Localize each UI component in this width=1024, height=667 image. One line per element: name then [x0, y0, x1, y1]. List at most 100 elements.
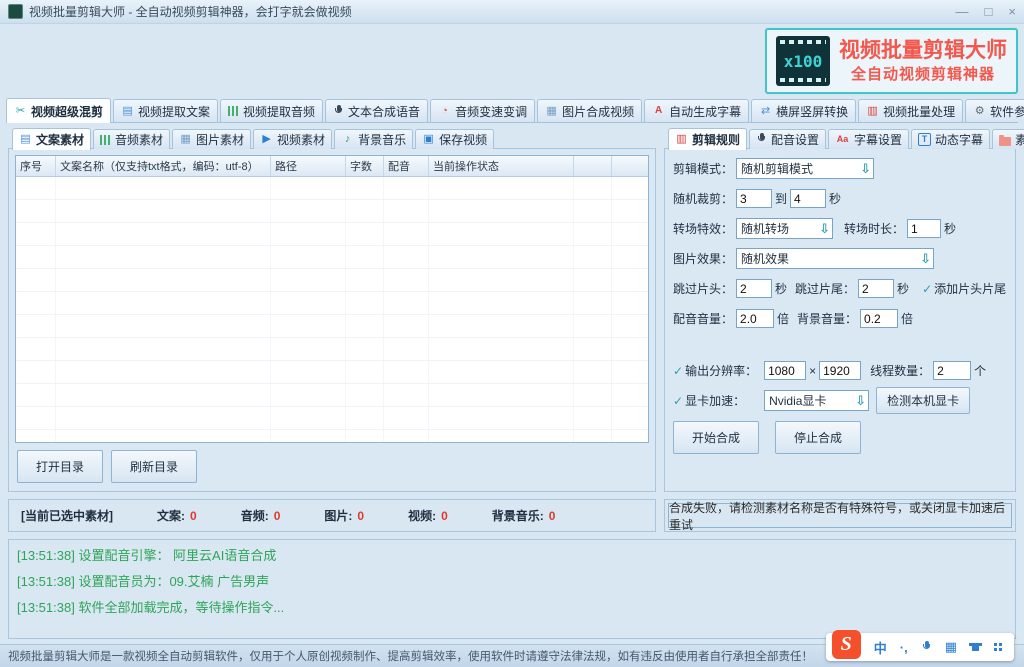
selection-count: 背景音乐: 0 — [491, 509, 556, 523]
table-column-header[interactable] — [574, 156, 612, 176]
chinese-mode-icon[interactable]: 中 — [874, 638, 887, 657]
tab-extract-text[interactable]: ▤ 视频提取文案 — [113, 99, 219, 122]
table-column-header[interactable]: 字数 — [346, 156, 384, 176]
table-cell — [16, 177, 56, 199]
table-row — [16, 315, 648, 338]
tab-voice-settings-label: 配音设置 — [771, 133, 820, 147]
tab-subtitle-settings[interactable]: Aa 字幕设置 — [828, 129, 910, 149]
table-row — [16, 269, 648, 292]
table-cell — [56, 315, 271, 337]
sogou-logo[interactable]: S — [831, 629, 861, 659]
skip-outro-input[interactable] — [858, 279, 895, 298]
table-cell — [574, 223, 612, 245]
bgm-volume-input[interactable] — [860, 309, 899, 328]
dropdown-arrow-icon — [817, 222, 832, 235]
table-column-header[interactable]: 文案名称（仅支持txt格式，编码：utf-8） — [56, 156, 271, 176]
table-cell — [56, 384, 271, 406]
table-cell — [56, 407, 271, 429]
open-directory-button[interactable]: 打开目录 — [17, 450, 104, 483]
add-intro-outro-checkbox[interactable]: 添加片头片尾 — [922, 280, 1006, 297]
tab-batch-process[interactable]: ▥ 视频批量处理 — [858, 99, 964, 122]
ime-toolbar[interactable]: S 中 ·, ▦ — [825, 629, 1014, 661]
table-cell — [271, 361, 346, 383]
table-column-header[interactable]: 配音 — [384, 156, 429, 176]
transition-duration-input[interactable] — [907, 219, 942, 238]
tab-video-material[interactable]: ▶ 视频素材 — [253, 129, 333, 149]
table-column-header[interactable]: 序号 — [16, 156, 56, 176]
image-icon: ▦ — [546, 104, 557, 117]
tab-dynamic-subtitle[interactable]: T 动态字幕 — [911, 129, 991, 149]
tab-voice-settings[interactable]: 配音设置 — [749, 129, 827, 149]
tab-bgm[interactable]: ♪ 背景音乐 — [334, 129, 414, 149]
tab-audio-material[interactable]: 音频素材 — [93, 129, 171, 149]
font-icon: A — [654, 105, 663, 116]
table-cell — [16, 384, 56, 406]
stop-compose-button[interactable]: 停止合成 — [775, 421, 862, 454]
checkbox-checked-icon — [922, 282, 932, 296]
table-cell — [56, 200, 271, 222]
tab-video-super-mix[interactable]: ✂ 视频超级混剪 — [6, 98, 112, 123]
maximize-button[interactable]: □ — [985, 5, 993, 18]
punctuation-icon[interactable]: ·, — [900, 640, 908, 655]
tab-text-material[interactable]: ▤ 文案素材 — [12, 128, 92, 150]
threads-input[interactable] — [933, 361, 972, 380]
minimize-button[interactable]: — — [956, 5, 969, 18]
skin-icon[interactable] — [969, 643, 982, 651]
refresh-directory-button[interactable]: 刷新目录 — [111, 450, 198, 483]
clip-mode-label: 剪辑模式： — [673, 162, 734, 176]
table-cell — [429, 269, 574, 291]
tab-auto-subtitle[interactable]: A 自动生成字幕 — [644, 99, 750, 122]
close-button[interactable]: × — [1008, 5, 1016, 18]
tab-settings[interactable]: ⚙ 软件参数设置 — [965, 99, 1024, 122]
table-cell — [429, 177, 574, 199]
tab-material-directory[interactable]: 素材目录 — [992, 129, 1024, 149]
crop-min-input[interactable] — [736, 189, 773, 208]
keyboard-icon[interactable]: ▦ — [945, 639, 957, 655]
res-width-input[interactable] — [764, 361, 807, 380]
tab-image-to-video[interactable]: ▦ 图片合成视频 — [537, 99, 643, 122]
tab-save-video[interactable]: ▣ 保存视频 — [415, 129, 495, 149]
voice-input-icon[interactable] — [921, 640, 932, 654]
table-cell — [574, 246, 612, 268]
table-cell — [346, 177, 384, 199]
res-height-input[interactable] — [819, 361, 862, 380]
start-compose-button[interactable]: 开始合成 — [673, 421, 760, 454]
skip-intro-unit: 秒 — [775, 282, 788, 296]
selection-count-value: 0 — [548, 509, 556, 523]
resolution-checkbox[interactable]: 输出分辨率： — [673, 362, 757, 379]
image-effect-select[interactable]: 随机效果 — [736, 248, 935, 269]
table-cell — [574, 430, 612, 442]
tab-audio-speed-pitch[interactable]: ◔ 音频变速变调 — [430, 99, 536, 122]
tab-save-video-label: 保存视频 — [439, 133, 488, 147]
materials-table[interactable]: 序号 文案名称（仅支持txt格式，编码：utf-8） 路径 字数 配音 当前操作状态 — [15, 155, 649, 443]
dropdown-arrow-icon — [858, 162, 873, 175]
skip-intro-input[interactable] — [736, 279, 773, 298]
table-cell — [574, 384, 612, 406]
tab-text-to-speech[interactable]: 文本合成语音 — [325, 99, 429, 122]
transition-select[interactable]: 随机转场 — [736, 218, 834, 239]
subtitle-font-icon: Aa — [836, 134, 849, 144]
log-line: [13:51:38] 软件全部加载完成，等待操作指令... — [17, 600, 285, 615]
table-cell — [429, 384, 574, 406]
tab-image-material-label: 图片素材 — [196, 133, 245, 147]
voice-volume-input[interactable] — [736, 309, 775, 328]
music-note-icon: ♪ — [344, 133, 351, 145]
tab-image-material[interactable]: ▦ 图片素材 — [172, 129, 252, 149]
table-cell — [346, 338, 384, 360]
tab-clip-rules[interactable]: ▥ 剪辑规则 — [668, 128, 748, 150]
log-line: [13:51:38] 设置配音员为：09.艾楠 广告男声 — [17, 574, 270, 589]
log-output[interactable]: [13:51:38] 设置配音引擎： 阿里云AI语音合成 [13:51:38] 设… — [8, 539, 1016, 639]
document-icon: ▤ — [122, 104, 133, 117]
tab-audio-speed-pitch-label: 音频变速变调 — [455, 104, 528, 119]
gpu-checkbox[interactable]: 显卡加速： — [673, 392, 745, 409]
table-column-header[interactable]: 当前操作状态 — [429, 156, 574, 176]
tab-extract-audio[interactable]: 视频提取音频 — [220, 99, 324, 122]
table-column-header[interactable]: 路径 — [271, 156, 346, 176]
tab-orientation-convert[interactable]: ⇄ 横屏竖屏转换 — [751, 99, 857, 122]
detect-gpu-button[interactable]: 检测本机显卡 — [876, 387, 971, 414]
toolbox-icon[interactable] — [994, 643, 1002, 651]
crop-max-input[interactable] — [790, 189, 827, 208]
checkbox-checked-icon — [673, 364, 683, 378]
clip-mode-select[interactable]: 随机剪辑模式 — [736, 158, 875, 179]
gpu-select[interactable]: Nvidia显卡 — [764, 390, 870, 411]
